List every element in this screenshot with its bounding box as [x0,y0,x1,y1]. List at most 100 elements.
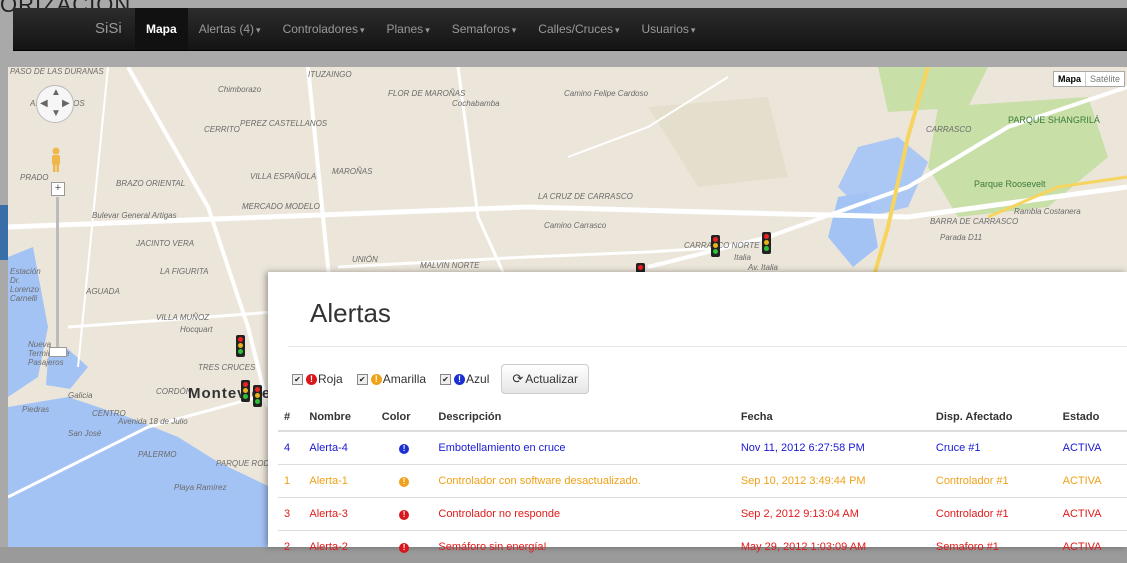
filter-blue[interactable]: ✔ ! Azul [440,372,489,386]
zoom-slider-thumb[interactable] [49,347,67,357]
map-label: MERCADO MODELO [242,202,320,211]
map-label: PARQUE RODÓ [216,459,275,468]
exclamation-icon: ! [399,477,409,487]
map-label: PARQUE SHANGRILÁ [1008,115,1100,125]
column-header-name[interactable]: Nombre [303,403,375,431]
cell-name: Alerta-3 [303,498,375,531]
map-label: ITUZAINGO [308,70,352,79]
exclamation-icon: ! [454,374,465,385]
cell-device: Controlador #1 [930,498,1057,531]
cell-name: Alerta-1 [303,465,375,498]
column-header-date[interactable]: Fecha [735,403,930,431]
nav-item-usuarios[interactable]: Usuarios▾ [631,8,707,50]
nav-menu: MapaAlertas (4)▾Controladores▾Planes▾Sem… [135,8,706,50]
map-label: PASO DE LAS DURANAS [10,67,104,76]
map-label: JACINTO VERA [136,239,194,248]
map-label: LA CRUZ DE CARRASCO [538,192,633,201]
pan-down-icon[interactable]: ▼ [51,108,61,119]
alert-filters: ✔ ! Roja ✔ ! Amarilla ✔ ! Azul ⟳ Actuali… [292,364,589,394]
map-label: CERRITO [204,125,240,134]
map-label: Playa Ramírez [174,483,226,492]
nav-item-label: Controladores [283,22,358,36]
nav-item-controladores[interactable]: Controladores▾ [272,8,376,50]
nav-item-label: Mapa [146,22,177,36]
chevron-down-icon: ▾ [512,25,517,35]
cell-date: Sep 10, 2012 3:49:44 PM [735,465,930,498]
pan-right-icon[interactable]: ▶ [62,98,70,109]
filter-red[interactable]: ✔ ! Roja [292,372,343,386]
chevron-down-icon: ▾ [425,25,430,35]
filter-red-label: Roja [318,372,343,386]
cell-number: 4 [278,431,303,465]
traffic-light-marker[interactable] [762,232,771,254]
table-row[interactable]: 4Alerta-4!Embotellamiento en cruceNov 11… [278,431,1127,465]
exclamation-icon: ! [399,444,409,454]
zoom-slider-track[interactable] [56,197,59,347]
map-type-map-button[interactable]: Mapa [1054,72,1085,86]
traffic-light-marker[interactable] [253,385,262,407]
exclamation-icon: ! [371,374,382,385]
chevron-down-icon: ▾ [615,25,620,35]
refresh-button-label: Actualizar [525,372,578,386]
map-label: San José [68,429,101,438]
pegman-icon[interactable] [50,147,62,173]
cell-status: ACTIVA [1057,431,1127,465]
nav-item-planes[interactable]: Planes▾ [375,8,440,50]
column-header-description[interactable]: Descripción [432,403,734,431]
map-type-control: Mapa Satélite [1053,71,1125,87]
map-label: TRES CRUCES [198,363,255,372]
map-label: Bulevar General Artigas [92,211,177,220]
nav-item-semaforos[interactable]: Semaforos▾ [441,8,528,50]
traffic-light-marker[interactable] [236,335,245,357]
column-header-number[interactable]: # [278,403,303,431]
cell-date: Nov 11, 2012 6:27:58 PM [735,431,930,465]
nav-item-label: Planes [386,22,423,36]
filter-yellow[interactable]: ✔ ! Amarilla [357,372,426,386]
filter-blue-checkbox[interactable]: ✔ [440,374,451,385]
chevron-down-icon: ▾ [691,25,696,35]
cell-status: ACTIVA [1057,465,1127,498]
nav-item-mapa[interactable]: Mapa [135,8,188,50]
map-label: PEREZ CASTELLANOS [240,119,327,128]
cell-number: 3 [278,498,303,531]
map-type-satellite-button[interactable]: Satélite [1085,72,1124,86]
exclamation-icon: ! [306,374,317,385]
cell-date: Sep 2, 2012 9:13:04 AM [735,498,930,531]
map-label: Camino Carrasco [544,221,606,230]
brand-logo[interactable]: SiSi [95,8,122,50]
nav-item-calles-cruces[interactable]: Calles/Cruces▾ [527,8,630,50]
column-header-device[interactable]: Disp. Afectado [930,403,1057,431]
map-label: BARRA DE CARRASCO [930,217,1018,226]
table-row[interactable]: 1Alerta-1!Controlador con software desac… [278,465,1127,498]
refresh-button[interactable]: ⟳ Actualizar [501,364,589,394]
table-row[interactable]: 3Alerta-3!Controlador no respondeSep 2, … [278,498,1127,531]
cell-device: Cruce #1 [930,431,1057,465]
filter-blue-label: Azul [466,372,489,386]
nav-item-label: Calles/Cruces [538,22,613,36]
background-strip [0,205,8,260]
zoom-in-button[interactable]: + [51,182,65,196]
cell-description: Controlador no responde [432,498,734,531]
filter-yellow-checkbox[interactable]: ✔ [357,374,368,385]
cell-number: 1 [278,465,303,498]
traffic-light-marker[interactable] [711,235,720,257]
nav-item-alertas-4[interactable]: Alertas (4)▾ [188,8,272,50]
filter-red-checkbox[interactable]: ✔ [292,374,303,385]
cell-description: Embotellamiento en cruce [432,431,734,465]
cell-status: ACTIVA [1057,498,1127,531]
cell-color: ! [376,465,433,498]
map-label: Camino Felipe Cardoso [564,89,648,98]
map-label: AGUADA [86,287,120,296]
nav-item-label: Usuarios [642,22,689,36]
map-label: FLOR DE MAROÑAS [388,89,465,98]
pan-up-icon[interactable]: ▲ [51,87,61,98]
map-label: UNIÓN [352,255,378,264]
column-header-color[interactable]: Color [376,403,433,431]
pan-control[interactable]: ▲ ◀ ▶ ▼ [36,85,74,123]
map-label: Rambla Costanera [1014,207,1081,216]
map-label: LA FIGURITA [160,267,208,276]
map-label: VILLA ESPAÑOLA [250,172,316,181]
pan-left-icon[interactable]: ◀ [40,98,48,109]
traffic-light-marker[interactable] [241,380,250,402]
column-header-status[interactable]: Estado [1057,403,1127,431]
